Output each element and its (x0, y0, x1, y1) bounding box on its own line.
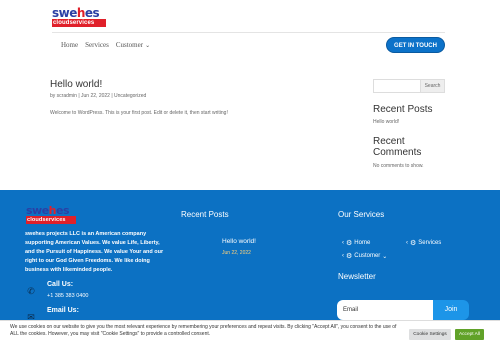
service-home-label: Home (354, 240, 371, 246)
site-header: swehes cloudservices Home Services Custo… (0, 0, 500, 62)
main-nav: Home Services Customer ⌄ (61, 41, 150, 51)
services-heading: Our Services (338, 210, 385, 219)
recent-comments-heading: Recent Comments (373, 136, 422, 158)
no-comments-text: No comments to show. (373, 163, 424, 169)
phone-number[interactable]: +1 385 383 0400 (47, 293, 88, 299)
post-excerpt: Welcome to WordPress. This is your first… (50, 110, 228, 116)
footer-recent-post-link[interactable]: Hello world! (222, 238, 256, 245)
newsletter-join-button[interactable]: Join (433, 300, 469, 320)
search-input[interactable] (373, 79, 421, 93)
service-customer-label: Customer (354, 253, 381, 259)
footer-recent-post-date: Jun 22, 2022 (222, 250, 251, 256)
post-title[interactable]: Hello world! (50, 79, 102, 90)
logo-tagline: cloudservices (53, 20, 95, 26)
service-link-services[interactable]: ‹ ⚙ Services (406, 239, 441, 247)
footer-logo-tagline: cloudservices (27, 217, 66, 223)
newsletter-heading: Newsletter (338, 272, 376, 281)
footer-logo-wordmark: swehes (26, 204, 70, 217)
chevron-down-icon: ⌄ (145, 43, 151, 49)
header-divider (52, 32, 445, 33)
cookie-text: We use cookies on our website to give yo… (10, 324, 397, 337)
gear-icon: ⚙ (346, 253, 353, 260)
gear-icon: ⚙ (410, 240, 417, 247)
arrow-icon: ‹ (342, 253, 344, 259)
service-link-customer[interactable]: ‹ ⚙ Customer ⌄ (342, 252, 387, 260)
recent-posts-heading: Recent Posts (373, 104, 433, 115)
recent-post-link[interactable]: Hello world! (373, 119, 399, 125)
cookie-banner: We use cookies on our website to give yo… (0, 320, 500, 348)
get-in-touch-button[interactable]: GET IN TOUCH (386, 37, 445, 53)
cookie-settings-button[interactable]: Cookie Settings (409, 329, 451, 340)
search-button[interactable]: Search (420, 79, 445, 93)
logo-wordmark: swehes (52, 6, 100, 20)
gear-icon: ⚙ (346, 240, 353, 247)
footer-recent-posts-heading: Recent Posts (181, 210, 229, 219)
nav-customer-label: Customer (115, 41, 144, 49)
footer-description: swehes projects LLC is an American compa… (25, 231, 164, 273)
phone-icon: ✆ (27, 286, 35, 296)
nav-home[interactable]: Home (61, 41, 78, 51)
footer-logo[interactable]: swehes cloudservices (26, 205, 76, 224)
nav-customer[interactable]: Customer ⌄ (116, 41, 150, 51)
arrow-icon: ‹ (342, 240, 344, 246)
service-services-label: Services (418, 240, 442, 246)
site-logo[interactable]: swehes cloudservices (52, 7, 106, 27)
post-meta: by scradmin | Jun 22, 2022 | Uncategoriz… (50, 93, 147, 99)
email-label: Email Us: (47, 307, 79, 314)
service-link-home[interactable]: ‹ ⚙ Home (342, 239, 370, 247)
call-label: Call Us: (47, 281, 74, 288)
arrow-icon: ‹ (406, 240, 408, 246)
nav-services[interactable]: Services (85, 41, 109, 51)
newsletter-email-input[interactable]: Email (337, 300, 434, 320)
chevron-down-icon: ⌄ (382, 253, 388, 260)
accept-all-button[interactable]: Accept All (455, 329, 484, 340)
